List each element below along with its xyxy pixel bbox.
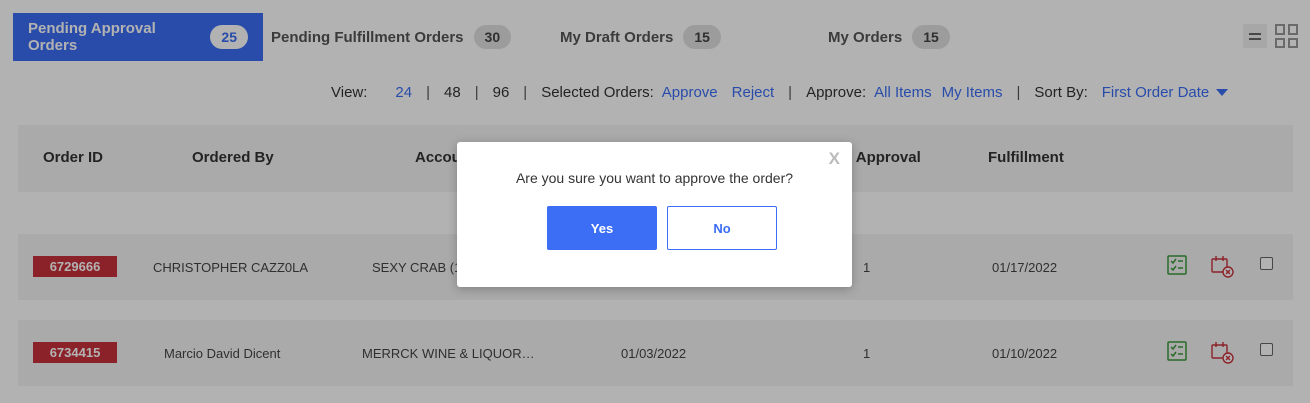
close-icon[interactable]: X <box>829 149 840 169</box>
approve-confirm-dialog: X Are you sure you want to approve the o… <box>457 142 852 287</box>
dialog-message: Are you sure you want to approve the ord… <box>515 170 794 186</box>
yes-button[interactable]: Yes <box>547 206 657 250</box>
no-button[interactable]: No <box>667 206 777 250</box>
